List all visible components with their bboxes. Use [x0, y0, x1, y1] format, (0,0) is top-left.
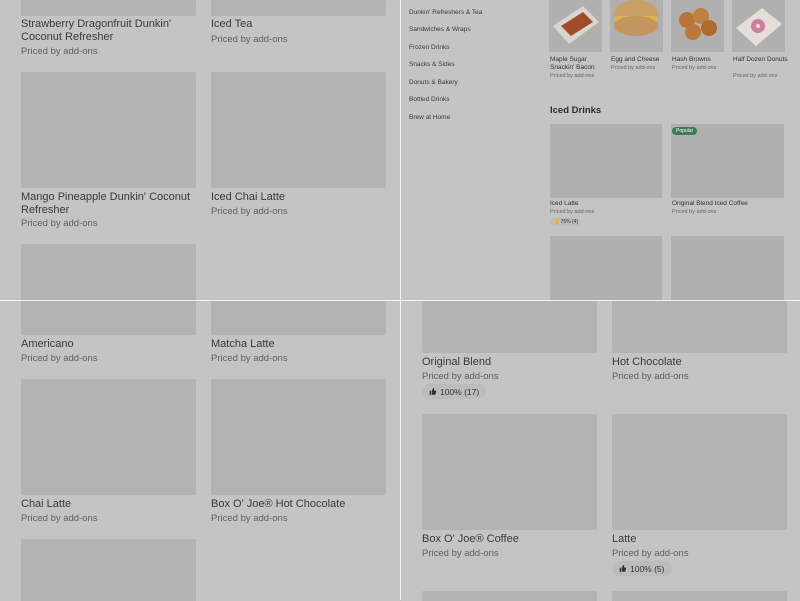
item-name[interactable]: Matcha Latte: [211, 338, 275, 351]
item-name[interactable]: Iced Latte: [550, 200, 579, 208]
item-price: Priced by add-ons: [21, 353, 98, 364]
menu-panel-bottom-left: Americano Priced by add-ons Matcha Latte…: [0, 301, 400, 601]
item-image[interactable]: [549, 0, 602, 52]
rating-badge: 100% (5): [612, 561, 672, 576]
item-image[interactable]: [21, 379, 196, 495]
item-image[interactable]: [671, 124, 784, 198]
thumbs-up-icon: [619, 565, 626, 572]
item-price: Priced by add-ons: [211, 34, 288, 45]
item-name[interactable]: Iced Tea: [211, 18, 381, 31]
item-image[interactable]: [612, 301, 787, 353]
sandwich-image: [614, 0, 658, 36]
item-price: Priced by add-ons: [422, 371, 499, 382]
item-image[interactable]: [732, 0, 785, 52]
item-image[interactable]: [21, 539, 196, 601]
item-price: Priced by add-ons: [733, 73, 778, 79]
section-title: Iced Drinks: [550, 105, 602, 116]
item-price: Priced by add-ons: [672, 65, 717, 71]
item-image[interactable]: [671, 0, 724, 52]
nav-item-brew-home[interactable]: Brew at Home: [409, 114, 450, 121]
item-name[interactable]: Original Blend: [422, 356, 491, 369]
panel-divider-horizontal: [0, 300, 800, 301]
rating-text: 100% (5): [630, 563, 665, 574]
menu-panel-bottom-right: Original Blend Priced by add-ons 100% (1…: [401, 301, 800, 601]
item-price: Priced by add-ons: [211, 353, 288, 364]
menu-panel-top-right: Dunkin' Refreshers & Tea Sandwiches & Wr…: [401, 0, 800, 300]
nav-item-refreshers[interactable]: Dunkin' Refreshers & Tea: [409, 9, 482, 16]
item-image[interactable]: [211, 0, 386, 16]
item-image[interactable]: [422, 301, 597, 353]
nav-item-frozen[interactable]: Frozen Drinks: [409, 44, 449, 51]
item-price: Priced by add-ons: [612, 548, 689, 559]
item-image[interactable]: [21, 301, 196, 335]
item-name[interactable]: Original Blend Iced Coffee: [672, 200, 748, 208]
popular-badge: Popular: [672, 127, 698, 135]
item-price: Priced by add-ons: [21, 218, 98, 229]
item-name[interactable]: Hash Browns: [672, 56, 727, 64]
item-name[interactable]: Latte: [612, 533, 636, 546]
item-price: Priced by add-ons: [550, 73, 595, 79]
item-image[interactable]: [211, 72, 386, 188]
item-price: Priced by add-ons: [211, 513, 288, 524]
nav-item-snacks[interactable]: Snacks & Sides: [409, 61, 455, 68]
nav-item-bottled[interactable]: Bottled Drinks: [409, 96, 449, 103]
item-price: Priced by add-ons: [422, 548, 499, 559]
item-price: Priced by add-ons: [211, 206, 288, 217]
item-image[interactable]: [211, 379, 386, 495]
item-price: Priced by add-ons: [612, 371, 689, 382]
item-image[interactable]: [21, 244, 196, 300]
item-image[interactable]: [550, 236, 662, 300]
item-name[interactable]: Iced Chai Latte: [211, 191, 381, 204]
rating-badge: 100% (17): [422, 384, 487, 399]
item-name[interactable]: Box O' Joe® Hot Chocolate: [211, 498, 345, 511]
nav-item-sandwiches[interactable]: Sandwiches & Wraps: [409, 26, 471, 33]
item-price: Priced by add-ons: [21, 513, 98, 524]
menu-panel-top-left: Strawberry Dragonfruit Dunkin' Coconut R…: [0, 0, 400, 300]
item-price: Priced by add-ons: [672, 209, 717, 215]
item-image[interactable]: [550, 124, 662, 198]
rating-text: 100% (17): [440, 386, 480, 397]
item-image[interactable]: [422, 414, 597, 530]
donut-box-image: [736, 8, 782, 46]
item-name[interactable]: Box O' Joe® Coffee: [422, 533, 519, 546]
item-price: Priced by add-ons: [611, 65, 656, 71]
item-price: Priced by add-ons: [550, 209, 595, 215]
item-name[interactable]: Egg and Cheese: [611, 56, 666, 64]
item-name[interactable]: Hot Chocolate: [612, 356, 682, 369]
item-image[interactable]: [21, 72, 196, 188]
item-name[interactable]: Americano: [21, 338, 74, 351]
rating-text: 75% (4): [560, 219, 579, 225]
hash-browns-image: [679, 8, 717, 40]
thumbs-up-icon: 👍: [553, 219, 560, 225]
item-image[interactable]: [21, 0, 196, 16]
item-image[interactable]: [610, 0, 663, 52]
item-price: Priced by add-ons: [21, 46, 98, 57]
item-name[interactable]: Maple Sugar Snackin' Bacon: [550, 56, 605, 72]
thumbs-up-icon: [429, 388, 436, 395]
item-image[interactable]: [612, 414, 787, 530]
item-image[interactable]: [211, 301, 386, 335]
rating-badge: 👍 75% (4): [550, 218, 582, 226]
item-image[interactable]: [671, 236, 784, 300]
item-name[interactable]: Mango Pineapple Dunkin' Coconut Refreshe…: [21, 191, 196, 217]
item-name[interactable]: Chai Latte: [21, 498, 71, 511]
bacon-box-image: [553, 6, 599, 44]
item-name[interactable]: Strawberry Dragonfruit Dunkin' Coconut R…: [21, 18, 191, 44]
item-name[interactable]: Half Dozen Donuts: [733, 56, 788, 64]
nav-item-donuts[interactable]: Donuts & Bakery: [409, 79, 458, 86]
